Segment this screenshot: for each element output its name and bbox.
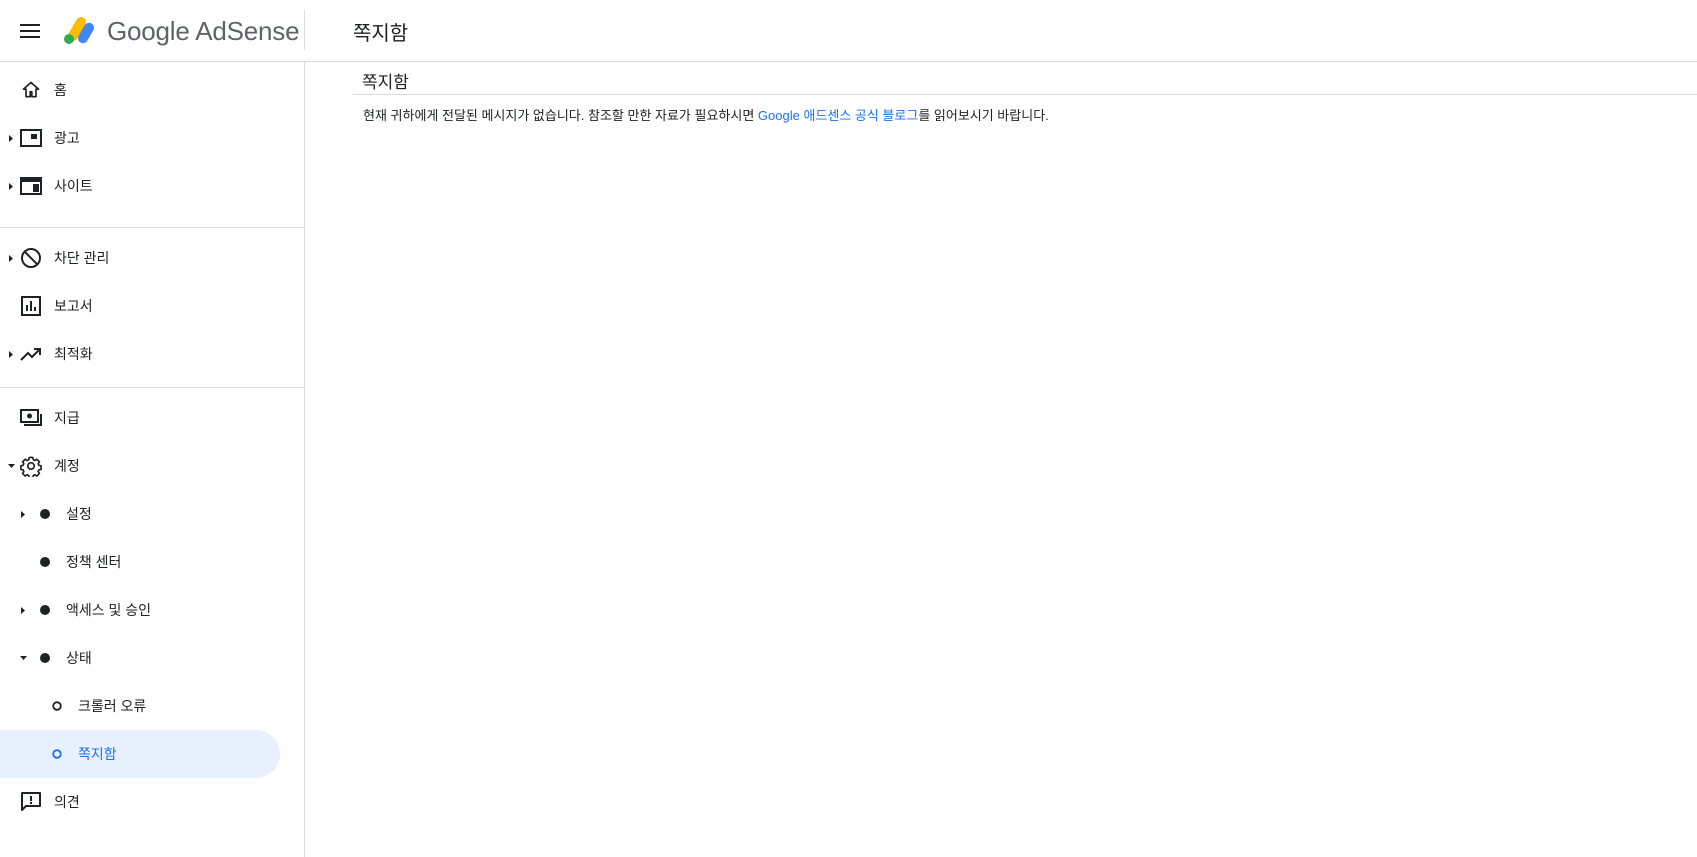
sidebar-item-label: 사이트 <box>54 178 93 194</box>
sidebar-item-status[interactable]: 상태 <box>0 634 280 682</box>
caret-right-icon[interactable] <box>6 162 16 210</box>
caret-right-icon[interactable] <box>18 490 28 538</box>
sidebar-item-home[interactable]: 홈 <box>0 66 280 114</box>
sidebar-item-label: 지급 <box>54 410 80 426</box>
caret-down-icon[interactable] <box>6 442 16 490</box>
sidebar-item-optimization[interactable]: 최적화 <box>0 330 280 378</box>
content-divider <box>353 94 1697 95</box>
sidebar-item-label: 최적화 <box>54 346 93 362</box>
gear-icon <box>19 454 43 478</box>
block-icon <box>19 246 43 270</box>
top-app-bar: Google AdSense 쪽지함 <box>0 0 1697 62</box>
feedback-icon <box>19 790 43 814</box>
sidebar-item-inbox[interactable]: 쪽지함 <box>0 730 280 778</box>
sidebar-item-settings[interactable]: 설정 <box>0 490 280 538</box>
sidebar-item-policy-center[interactable]: 정책 센터 <box>0 538 280 586</box>
brand-name[interactable]: Google AdSense <box>107 16 300 47</box>
sidebar-item-crawler-errors[interactable]: 크롤러 오류 <box>0 682 280 730</box>
sites-icon <box>19 174 43 198</box>
sidebar-item-label: 설정 <box>66 506 92 522</box>
sidebar-item-account[interactable]: 계정 <box>0 442 280 490</box>
sidebar-item-reports[interactable]: 보고서 <box>0 282 280 330</box>
reports-icon <box>19 294 43 318</box>
message-text-before: 현재 귀하에게 전달된 메시지가 없습니다. 참조할 만한 자료가 필요하시면 <box>363 108 758 123</box>
menu-icon[interactable] <box>18 19 42 43</box>
bullet-outline-icon <box>45 742 69 766</box>
trending-up-icon <box>19 342 43 366</box>
sidebar-item-label: 계정 <box>54 458 80 474</box>
sidebar-item-sites[interactable]: 사이트 <box>0 162 280 210</box>
sidebar: 홈 광고 사이트 차단 관리 보고서 최적화 지급 계정 설정 정책 센터 액세… <box>0 62 305 857</box>
sidebar-item-label: 홈 <box>54 82 67 98</box>
sidebar-item-label: 쪽지함 <box>78 746 117 762</box>
sidebar-item-label: 액세스 및 승인 <box>66 602 152 618</box>
caret-down-icon[interactable] <box>18 634 28 682</box>
adsense-logo-icon[interactable] <box>62 14 96 46</box>
caret-right-icon[interactable] <box>6 114 16 162</box>
caret-right-icon[interactable] <box>18 586 28 634</box>
sidebar-item-label: 상태 <box>66 650 92 666</box>
brand-product: AdSense <box>195 16 300 46</box>
sidebar-divider <box>0 387 304 388</box>
ads-icon <box>19 126 43 150</box>
content-title: 쪽지함 <box>362 73 409 92</box>
bullet-icon <box>33 646 57 670</box>
sidebar-item-feedback[interactable]: 의견 <box>0 778 280 826</box>
caret-right-icon[interactable] <box>6 234 16 282</box>
bullet-icon <box>33 598 57 622</box>
sidebar-item-access-authorization[interactable]: 액세스 및 승인 <box>0 586 280 634</box>
empty-inbox-message: 현재 귀하에게 전달된 메시지가 없습니다. 참조할 만한 자료가 필요하시면 … <box>363 105 1049 124</box>
sidebar-item-label: 보고서 <box>54 298 93 314</box>
sidebar-item-payments[interactable]: 지급 <box>0 394 280 442</box>
payments-icon <box>19 406 43 430</box>
sidebar-item-label: 차단 관리 <box>54 250 110 266</box>
header-divider <box>304 10 305 50</box>
bullet-icon <box>33 502 57 526</box>
brand-google: Google <box>107 16 190 46</box>
sidebar-divider <box>0 227 304 228</box>
adsense-blog-link[interactable]: Google 애드센스 공식 블로그 <box>758 108 918 123</box>
home-icon <box>19 78 43 102</box>
bullet-outline-icon <box>45 694 69 718</box>
sidebar-item-blocking[interactable]: 차단 관리 <box>0 234 280 282</box>
message-text-after: 를 읽어보시기 바랍니다. <box>918 108 1049 123</box>
page-title: 쪽지함 <box>353 23 409 45</box>
sidebar-item-label: 광고 <box>54 130 80 146</box>
sidebar-item-label: 크롤러 오류 <box>78 698 147 714</box>
main-content: 쪽지함 현재 귀하에게 전달된 메시지가 없습니다. 참조할 만한 자료가 필요… <box>305 62 1697 857</box>
caret-right-icon[interactable] <box>6 330 16 378</box>
bullet-icon <box>33 550 57 574</box>
sidebar-item-label: 정책 센터 <box>66 554 122 570</box>
sidebar-item-ads[interactable]: 광고 <box>0 114 280 162</box>
sidebar-item-label: 의견 <box>54 794 80 810</box>
